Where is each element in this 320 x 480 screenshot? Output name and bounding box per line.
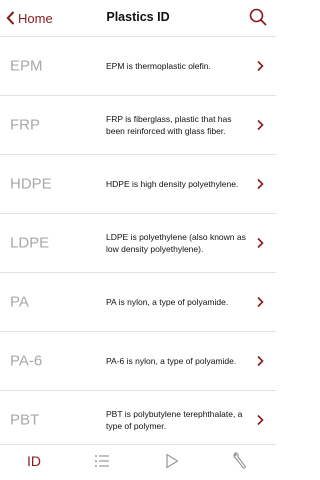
plastic-description: LDPE is polyethylene (also known as low … xyxy=(106,232,246,254)
chevron-right-icon xyxy=(257,119,264,131)
plastic-description: FRP is fiberglass, plastic that has been… xyxy=(106,114,232,136)
tab-tools[interactable] xyxy=(220,451,260,471)
chevron-right-icon xyxy=(257,296,264,308)
list-item[interactable]: PA PA is nylon, a type of polyamide. xyxy=(0,273,276,332)
list-item[interactable]: PBT PBT is polybutylene terephthalate, a… xyxy=(0,391,276,450)
list-item[interactable]: PA-6 PA-6 is nylon, a type of polyamide. xyxy=(0,332,276,391)
chevron-right-icon xyxy=(257,60,264,72)
plastic-code: EPM xyxy=(10,57,43,75)
plastics-list: EPM EPM is thermoplastic olefin. FRP FRP… xyxy=(0,37,276,450)
plastic-code: HDPE xyxy=(10,175,52,193)
tab-play[interactable] xyxy=(152,451,192,471)
tab-id[interactable]: ID xyxy=(14,451,54,471)
plastic-description: EPM is thermoplastic olefin. xyxy=(106,61,211,71)
plastic-code: FRP xyxy=(10,116,40,134)
plastic-code: LDPE xyxy=(10,234,50,252)
plastic-code: PA xyxy=(10,293,29,311)
tools-icon xyxy=(233,452,246,469)
plastic-description: HDPE is high density polyethylene. xyxy=(106,179,239,189)
list-item[interactable]: LDPE LDPE is polyethylene (also known as… xyxy=(0,214,276,273)
list-item[interactable]: HDPE HDPE is high density polyethylene. xyxy=(0,155,276,214)
plastic-description: PA-6 is nylon, a type of polyamide. xyxy=(106,356,237,366)
list-item[interactable]: FRP FRP is fiberglass, plastic that has … xyxy=(0,96,276,155)
plastic-code: PA-6 xyxy=(10,352,43,370)
tab-list[interactable] xyxy=(82,451,122,471)
plastic-code: PBT xyxy=(10,411,40,429)
chevron-right-icon xyxy=(257,237,264,249)
tab-bar: ID xyxy=(0,444,276,480)
tab-id-label: ID xyxy=(27,453,41,469)
navigation-bar: Home Plastics ID xyxy=(0,0,276,37)
list-icon xyxy=(95,455,109,467)
chevron-right-icon xyxy=(257,355,264,367)
search-icon[interactable] xyxy=(248,7,268,27)
chevron-right-icon xyxy=(257,414,264,426)
list-item[interactable]: EPM EPM is thermoplastic olefin. xyxy=(0,37,276,96)
chevron-right-icon xyxy=(257,178,264,190)
plastic-description: PBT is polybutylene terephthalate, a typ… xyxy=(106,409,243,431)
play-icon xyxy=(166,453,179,469)
page-title: Plastics ID xyxy=(106,10,170,24)
plastic-description: PA is nylon, a type of polyamide. xyxy=(106,297,229,307)
